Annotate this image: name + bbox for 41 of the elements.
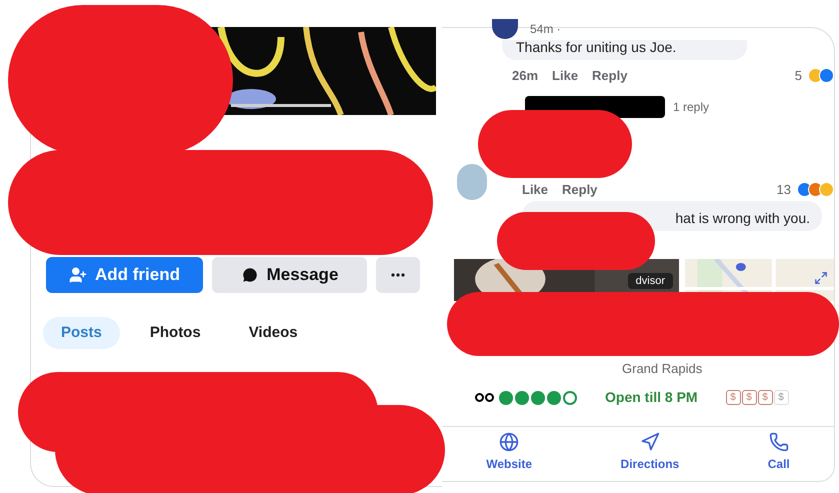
expand-icon[interactable] [814, 271, 828, 285]
message-button[interactable]: Message [212, 257, 367, 293]
website-button[interactable]: Website [486, 432, 532, 472]
messenger-icon [240, 266, 259, 284]
comment-action[interactable]: Reply [562, 180, 598, 199]
reaction-count: 13 [776, 180, 791, 198]
comment-action: 26m [512, 67, 538, 85]
rating-bubble [531, 390, 545, 404]
call-button[interactable]: Call [768, 432, 790, 472]
comment-action[interactable]: Like [552, 66, 578, 86]
globe-icon [499, 432, 520, 452]
reaction-count: 5 [794, 67, 802, 85]
owl-logo-icon [475, 393, 494, 402]
avatar [457, 164, 487, 200]
profile-tab[interactable]: Videos [230, 317, 316, 349]
view-replies-link[interactable]: 1 reply [673, 98, 710, 116]
directions-button[interactable]: Directions [620, 432, 680, 472]
profile-tab[interactable]: Posts [43, 317, 120, 349]
avatar [492, 19, 518, 39]
price-symbol: $ [742, 390, 757, 405]
rating-bubble [563, 390, 577, 404]
price-symbol: $ [758, 390, 773, 405]
person-add-icon [69, 266, 87, 284]
comment-bubble: Thanks for uniting us Joe. [502, 40, 747, 60]
more-icon [391, 273, 405, 277]
rating-bubble [547, 390, 561, 404]
comment-action[interactable]: Reply [592, 66, 628, 86]
comment-time: 54m · [530, 21, 561, 38]
comment-text: hat is wrong with you. [675, 209, 810, 228]
phone-icon [768, 432, 789, 452]
opening-hours: Open till 8 PM [605, 388, 698, 407]
comment-action[interactable]: Like [522, 180, 548, 199]
price-symbol: $ [726, 390, 741, 405]
place-location: Grand Rapids [622, 360, 704, 378]
navigation-arrow-icon [640, 432, 660, 452]
rating-bubble [515, 390, 529, 404]
price-symbol: $ [774, 390, 789, 405]
profile-tab[interactable]: Photos [132, 317, 219, 349]
rating-bubble [499, 390, 513, 404]
photo-badge: dvisor [628, 272, 673, 289]
add-friend-button[interactable]: Add friend [46, 257, 203, 293]
